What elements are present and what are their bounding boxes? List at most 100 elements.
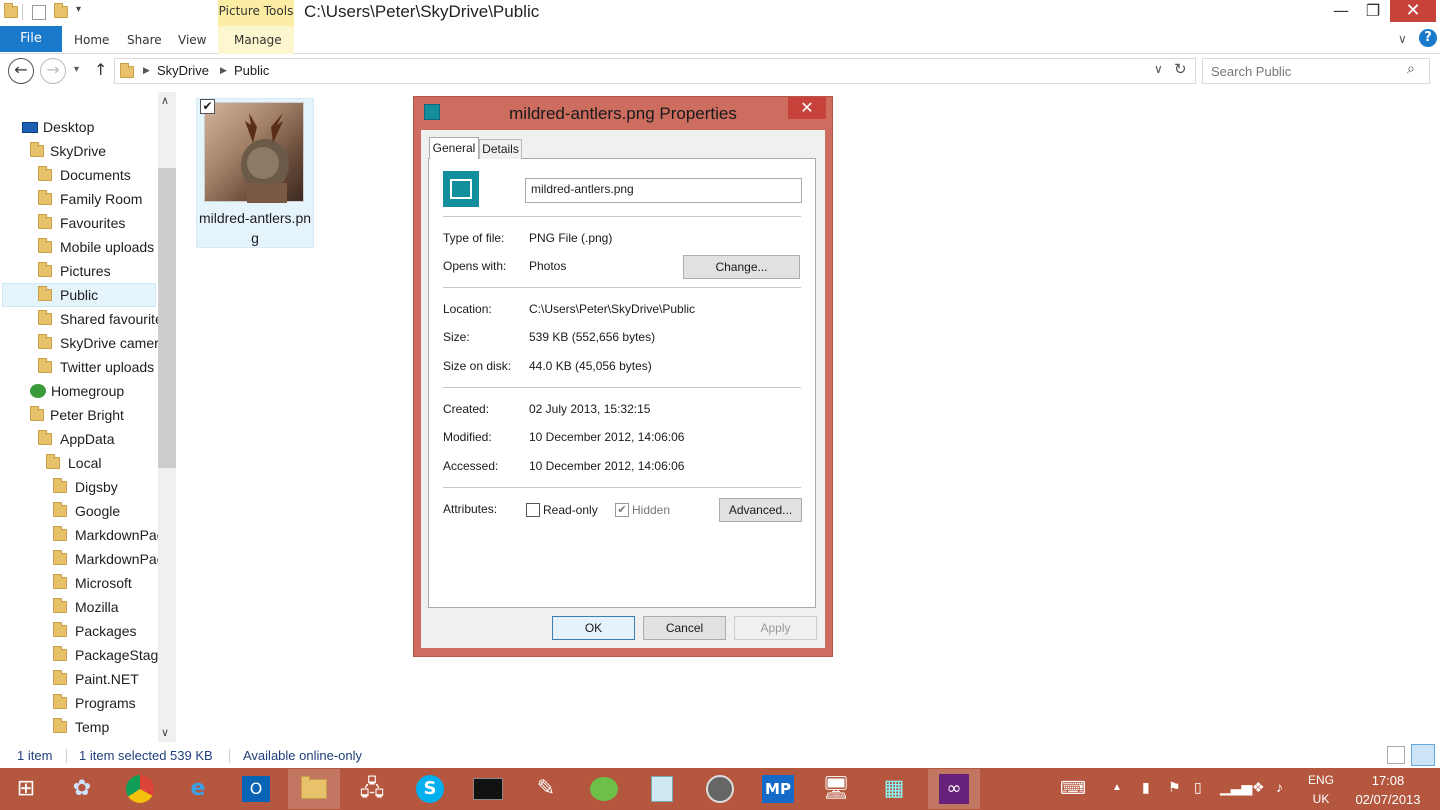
nav-item-markdownpad-1[interactable]: MarkdownPac [53,523,164,547]
address-bar[interactable] [114,58,1196,84]
tab-file[interactable]: File [0,26,62,52]
tab-details[interactable]: Details [479,139,522,159]
search-icon[interactable]: ⌕ [1407,61,1415,77]
search-input[interactable]: Search Public [1202,58,1430,84]
clock-time[interactable]: 17:08 [1352,773,1424,788]
tab-general[interactable]: General [429,137,479,159]
new-folder-icon[interactable] [54,3,70,22]
ok-button[interactable]: OK [552,616,635,640]
nav-item-public[interactable]: Public [38,283,98,307]
nav-item-microsoft[interactable]: Microsoft [53,571,132,595]
markdownpad-icon[interactable]: MP [752,769,804,809]
input-region[interactable]: UK [1304,792,1338,806]
address-dropdown-icon[interactable]: ∨ [1154,62,1163,76]
nav-item-twitter-uploads[interactable]: Twitter uploads [38,355,154,379]
nav-item-google[interactable]: Google [53,499,120,523]
visual-studio-icon[interactable]: ∞ [928,769,980,809]
forward-button[interactable]: → [40,58,66,84]
command-prompt-icon[interactable] [462,769,514,809]
breadcrumb-chevron-icon[interactable]: ▶ [220,66,227,76]
advanced-button[interactable]: Advanced... [719,498,802,522]
nav-item-pictures[interactable]: Pictures [38,259,111,283]
paint-icon[interactable]: ✎ [520,769,572,809]
maximize-button[interactable]: ❐ [1356,0,1390,22]
expand-ribbon-icon[interactable]: ∨ [1398,32,1407,46]
readonly-checkbox[interactable] [526,503,540,517]
breadcrumb-public[interactable]: Public [234,63,269,78]
nav-item-peter-bright[interactable]: Peter Bright [30,403,124,427]
hidden-checkbox[interactable]: ✔ [615,503,629,517]
close-button[interactable]: ✕ [1390,0,1436,22]
nav-item-temp[interactable]: Temp [53,715,109,739]
notepad-icon[interactable] [636,769,688,809]
nav-item-packages[interactable]: Packages [53,619,136,643]
navigation-pane[interactable]: Desktop SkyDrive Documents Family Room F… [0,92,178,742]
back-button[interactable]: ← [8,58,34,84]
frog-app-icon[interactable] [578,769,630,809]
dropbox-icon[interactable]: ❖ [1252,779,1265,796]
large-icons-view-icon[interactable] [1411,744,1435,766]
tab-view[interactable]: View [178,33,206,47]
nav-item-mozilla[interactable]: Mozilla [53,595,119,619]
app-pin-icon[interactable]: ✿ [56,769,108,809]
details-view-icon[interactable] [1387,746,1405,764]
action-center-flag-icon[interactable]: ⚑ [1168,779,1181,796]
nav-item-favourites[interactable]: Favourites [38,211,125,235]
volume-icon[interactable]: ♪ [1276,779,1283,795]
tab-home[interactable]: Home [74,33,109,47]
recent-locations-icon[interactable]: ▾ [74,64,79,75]
properties-icon[interactable] [32,5,46,20]
outlook-icon[interactable]: O [230,769,282,809]
media-player-icon[interactable] [694,769,746,809]
network-signal-icon[interactable]: ▁▃▅ [1220,779,1252,796]
change-button[interactable]: Change... [683,255,800,279]
qat-customize-icon[interactable]: ▾ [76,4,81,15]
dialog-close-button[interactable]: ✕ [788,97,826,119]
nav-item-digsby[interactable]: Digsby [53,475,118,499]
touch-keyboard-icon[interactable]: ⌨ [1060,778,1086,799]
nav-item-family-room[interactable]: Family Room [38,187,142,211]
breadcrumb-skydrive[interactable]: SkyDrive [157,63,209,78]
refresh-icon[interactable]: ↻ [1174,60,1187,78]
nav-item-documents[interactable]: Documents [38,163,131,187]
item-checkbox[interactable]: ✔ [200,99,215,114]
apply-button[interactable]: Apply [734,616,817,640]
nav-item-homegroup[interactable]: Homegroup [30,379,124,403]
scroll-up-icon[interactable]: ∧ [161,94,169,107]
start-button-icon[interactable]: ⊞ [0,769,52,809]
tray-device-icon[interactable]: ▮ [1142,779,1150,796]
file-name-field[interactable]: mildred-antlers.png [525,178,802,203]
help-icon[interactable]: ? [1419,29,1437,47]
file-explorer-icon[interactable] [288,769,340,809]
clock-date[interactable]: 02/07/2013 [1346,792,1430,807]
nav-item-paint-net[interactable]: Paint.NET [53,667,139,691]
scroll-down-icon[interactable]: ∨ [161,726,169,739]
nav-item-mobile-uploads[interactable]: Mobile uploads [38,235,154,259]
remote-desktop-icon[interactable]: 🖧 [346,769,398,809]
input-language[interactable]: ENG [1304,773,1338,787]
up-button[interactable]: ↑ [94,60,107,79]
battery-icon[interactable]: ▯ [1194,779,1202,796]
nav-item-desktop[interactable]: Desktop [22,115,94,139]
nav-item-shared-favourites[interactable]: Shared favourite [38,307,163,331]
nav-item-local[interactable]: Local [46,451,101,475]
internet-explorer-icon[interactable]: e [172,769,224,809]
tab-manage[interactable]: Manage [234,33,282,47]
image-thumbnail[interactable] [204,102,304,203]
nav-item-skydrive[interactable]: SkyDrive [30,139,106,163]
remote-connection-icon[interactable]: 🖥 [810,769,862,809]
nav-item-markdownpad-2[interactable]: MarkdownPac [53,547,164,571]
skype-icon[interactable]: S [404,769,456,809]
show-hidden-icons-icon[interactable]: ▲ [1112,782,1122,793]
nav-item-skydrive-camera[interactable]: SkyDrive camera [38,331,167,355]
breadcrumb-chevron-icon[interactable]: ▶ [143,66,150,76]
nav-item-appdata[interactable]: AppData [38,427,114,451]
nav-item-packagestaging[interactable]: PackageStagin [53,643,169,667]
nav-item-programs[interactable]: Programs [53,691,136,715]
tab-share[interactable]: Share [127,33,162,47]
cancel-button[interactable]: Cancel [643,616,726,640]
grid-app-icon[interactable]: ▦ [868,769,920,809]
nav-scroll-thumb[interactable] [158,168,176,468]
chrome-icon[interactable] [114,769,166,809]
minimize-button[interactable]: — [1324,0,1358,22]
